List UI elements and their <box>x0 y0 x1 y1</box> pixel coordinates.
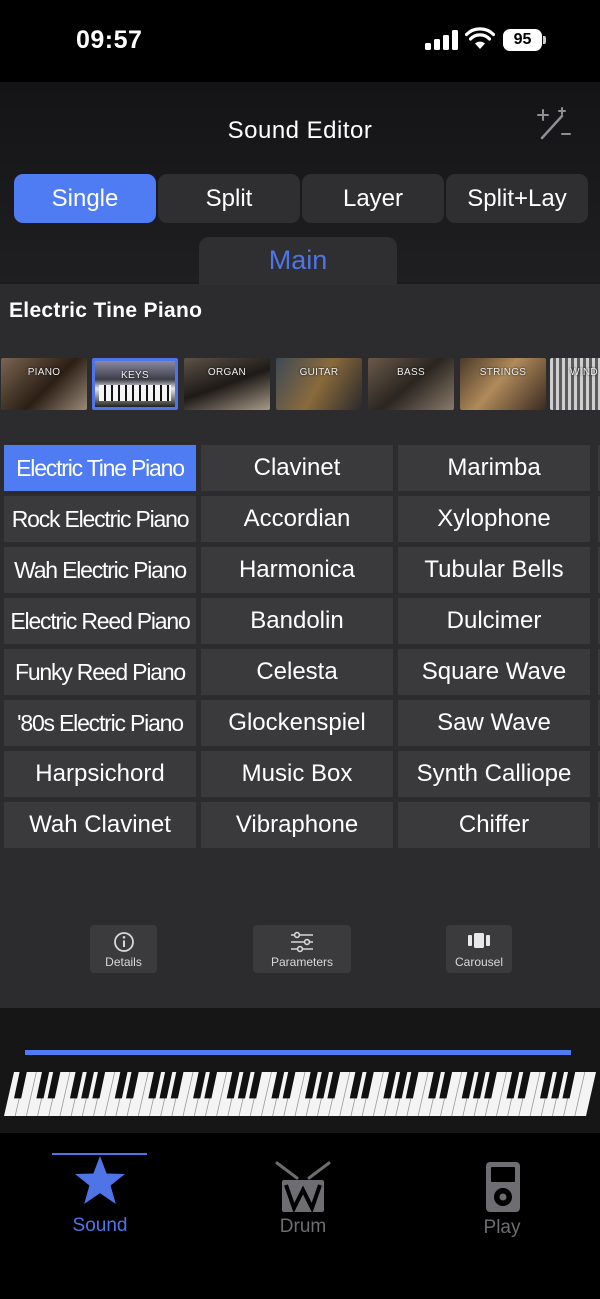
cellular-signal-icon <box>425 30 459 50</box>
tab-split[interactable]: Split <box>158 174 300 223</box>
category-organ[interactable]: ORGAN <box>184 358 270 410</box>
category-keys[interactable]: KEYS <box>92 358 178 410</box>
category-carousel[interactable]: PIANO KEYS ORGAN GUITAR BASS STRINGS WIN… <box>0 356 600 412</box>
status-bar: 09:57 95 <box>0 0 600 82</box>
star-icon <box>75 1156 125 1204</box>
sound-cell[interactable]: Wah Clavinet <box>4 802 196 848</box>
current-sound-name: Electric Tine Piano <box>9 299 203 322</box>
mode-segmented-control: Single Split Layer Split+Lay <box>14 174 588 223</box>
ipod-icon <box>486 1162 520 1212</box>
sound-cell[interactable]: '80s Electric Piano <box>4 700 196 746</box>
battery-icon: 95 <box>503 29 542 51</box>
tabbar-play-label: Play <box>483 1217 521 1238</box>
sound-cell[interactable]: Celesta <box>201 649 393 695</box>
tabbar-sound[interactable]: Sound <box>40 1156 160 1240</box>
battery-tip <box>543 36 546 44</box>
tabbar-drum[interactable]: Drum <box>243 1160 363 1240</box>
tab-layer[interactable]: Layer <box>302 174 444 223</box>
sound-cell[interactable]: Clavinet <box>201 445 393 491</box>
tab-main[interactable]: Main <box>199 237 397 285</box>
parameters-label: Parameters <box>270 955 334 969</box>
tabbar-drum-label: Drum <box>279 1216 327 1237</box>
sound-cell[interactable]: Tubular Bells <box>398 547 590 593</box>
info-icon <box>113 932 134 952</box>
sound-cell[interactable]: Xylophone <box>398 496 590 542</box>
status-time: 09:57 <box>76 26 143 54</box>
sound-cell[interactable]: Vibraphone <box>201 802 393 848</box>
category-bass[interactable]: BASS <box>368 358 454 410</box>
category-piano[interactable]: PIANO <box>1 358 87 410</box>
sound-grid: Electric Tine Piano Clavinet Marimba Roc… <box>4 445 600 855</box>
category-label: PIANO <box>27 367 61 378</box>
category-label: GUITAR <box>299 367 339 378</box>
sound-cell[interactable]: Harpsichord <box>4 751 196 797</box>
parameters-button[interactable]: Parameters <box>253 925 351 973</box>
category-label: KEYS <box>121 370 149 381</box>
category-label: STRINGS <box>479 367 527 378</box>
carousel-label: Carousel <box>454 955 504 969</box>
sound-cell[interactable]: Electric Reed Piano <box>4 598 196 644</box>
sound-cell[interactable]: Synth Calliope <box>398 751 590 797</box>
sound-cell[interactable]: Accordian <box>201 496 393 542</box>
category-label: WIND <box>570 367 598 378</box>
tabbar-play[interactable]: Play <box>442 1160 562 1240</box>
category-label: BASS <box>397 367 425 378</box>
sound-cell[interactable]: Rock Electric Piano <box>4 496 196 542</box>
sound-cell[interactable]: Music Box <box>201 751 393 797</box>
sound-cell[interactable]: Bandolin <box>201 598 393 644</box>
sound-cell[interactable]: Funky Reed Piano <box>4 649 196 695</box>
keys-thumbnail <box>99 385 171 401</box>
details-label: Details <box>105 955 142 969</box>
sound-cell[interactable]: Glockenspiel <box>201 700 393 746</box>
page-title: Sound Editor <box>227 117 373 144</box>
category-guitar[interactable]: GUITAR <box>276 358 362 410</box>
tabbar-sound-label: Sound <box>72 1215 128 1236</box>
sound-cell[interactable]: Wah Electric Piano <box>4 547 196 593</box>
magic-wand-icon[interactable] <box>536 106 572 142</box>
sound-cell[interactable]: Marimba <box>398 445 590 491</box>
carousel-icon <box>468 933 490 948</box>
piano-keyboard[interactable] <box>4 1072 596 1116</box>
category-wind[interactable]: WIND <box>550 358 600 410</box>
category-label: ORGAN <box>207 367 247 378</box>
details-button[interactable]: Details <box>90 925 157 973</box>
sliders-icon <box>291 931 313 953</box>
keyboard-range-bar[interactable] <box>25 1050 571 1055</box>
drum-icon <box>275 1161 331 1214</box>
sound-cell[interactable]: Harmonica <box>201 547 393 593</box>
tab-split-layer[interactable]: Split+Lay <box>446 174 588 223</box>
carousel-button[interactable]: Carousel <box>446 925 512 973</box>
sound-cell[interactable]: Dulcimer <box>398 598 590 644</box>
tab-single[interactable]: Single <box>14 174 156 223</box>
wifi-icon <box>465 27 495 49</box>
category-strings[interactable]: STRINGS <box>460 358 546 410</box>
sound-cell[interactable]: Saw Wave <box>398 700 590 746</box>
sound-cell[interactable]: Chiffer <box>398 802 590 848</box>
sound-cell[interactable]: Square Wave <box>398 649 590 695</box>
sound-cell[interactable]: Electric Tine Piano <box>4 445 196 491</box>
